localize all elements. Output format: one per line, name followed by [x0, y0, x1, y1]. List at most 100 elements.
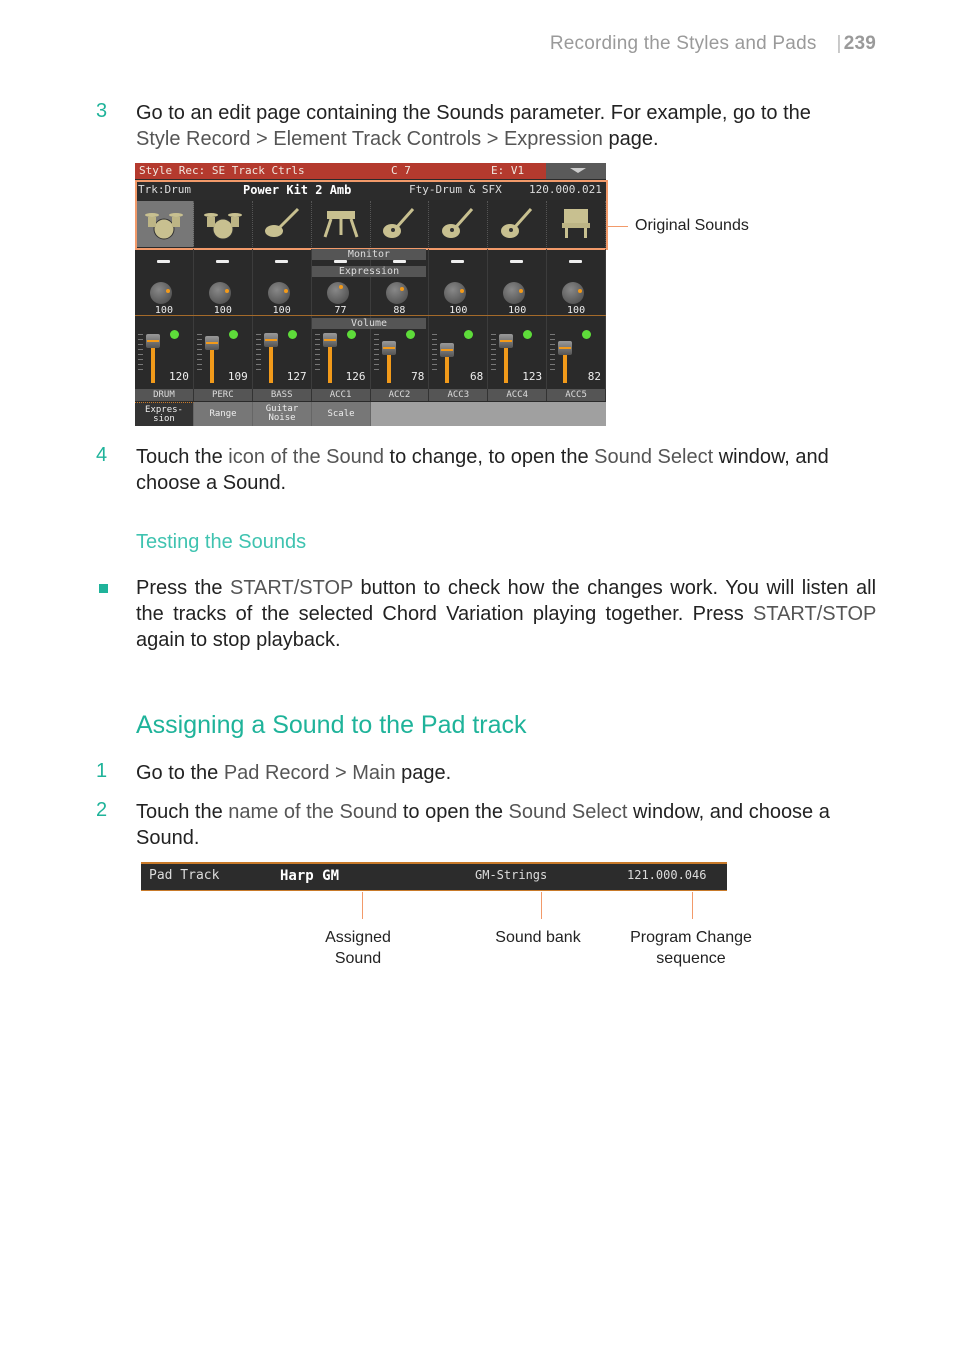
- volume-fader[interactable]: 123: [488, 329, 546, 389]
- expression-knob[interactable]: [385, 282, 408, 304]
- play-status-led[interactable]: [523, 330, 533, 339]
- track-name: DRUM: [135, 389, 194, 401]
- volume-fader[interactable]: 68: [429, 329, 487, 389]
- tab-expression[interactable]: Expres- sion: [135, 402, 194, 426]
- monitor-button[interactable]: [392, 260, 406, 263]
- tab-scale[interactable]: Scale: [312, 402, 371, 426]
- track-name: PERC: [194, 389, 253, 401]
- page-menu-button[interactable]: [546, 163, 606, 179]
- expression-knob[interactable]: [267, 282, 290, 304]
- step-text: Go to an edit page containing the Sounds…: [136, 102, 811, 124]
- knob-indicator: [577, 289, 582, 294]
- step-1-text: Go to the Pad Record > Main page.: [136, 760, 876, 786]
- path-expression: Expression: [503, 128, 603, 150]
- track-name: ACC3: [429, 389, 489, 401]
- knob-indicator: [519, 289, 524, 294]
- fader-handle[interactable]: [146, 334, 160, 349]
- play-status-led[interactable]: [228, 330, 238, 339]
- step-text: Touch the: [136, 801, 229, 823]
- style-record-screen: Style Rec: SE Track Ctrls C 7 E: V1 Trk:…: [135, 163, 608, 426]
- page-title: Style Rec: SE Track Ctrls: [139, 164, 305, 177]
- monitor-label: Monitor: [312, 249, 426, 260]
- monitor-button[interactable]: [215, 260, 229, 263]
- step-text: Touch the: [136, 446, 229, 468]
- track-name: BASS: [253, 389, 312, 401]
- expression-knob[interactable]: [562, 282, 585, 304]
- knob-indicator: [165, 289, 170, 294]
- section-divider: [135, 315, 606, 316]
- sound-bank-callout: Sound bank: [495, 929, 581, 946]
- step-3-text: Go to an edit page containing the Sounds…: [136, 100, 876, 152]
- element-display: E: V1: [491, 164, 525, 177]
- step-2-text: Touch the name of the Sound to open the …: [136, 799, 876, 851]
- tab-guitarnoise[interactable]: Guitar Noise: [253, 402, 312, 426]
- volume-value: 78: [411, 370, 425, 383]
- step-number: 2: [96, 799, 108, 821]
- monitor-button[interactable]: [274, 260, 288, 263]
- step-text: Press the: [136, 577, 230, 599]
- monitor-button[interactable]: [451, 260, 465, 263]
- volume-fader[interactable]: 120: [135, 329, 193, 389]
- fader-handle[interactable]: [263, 333, 278, 347]
- volume-fader[interactable]: 82: [547, 329, 605, 389]
- expression-knob[interactable]: [208, 282, 231, 304]
- sound-name[interactable]: Harp GM: [280, 868, 339, 884]
- play-status-led[interactable]: [170, 330, 179, 339]
- volume-value: 126: [345, 370, 366, 383]
- volume-fader[interactable]: 127: [253, 329, 311, 389]
- step-text: page.: [395, 762, 452, 784]
- monitor-button[interactable]: [569, 260, 583, 263]
- highlight-term: START/STOP: [229, 577, 353, 599]
- fader-level: [151, 344, 155, 383]
- fader-handle[interactable]: [558, 340, 573, 355]
- play-status-led[interactable]: [287, 330, 297, 339]
- volume-fader[interactable]: 126: [312, 329, 370, 389]
- header-separator: |: [836, 33, 842, 54]
- callout-line: [541, 892, 542, 919]
- path-element-track-controls: Element Track Controls: [273, 128, 482, 150]
- step-text: to open the: [397, 801, 509, 823]
- play-status-led[interactable]: [582, 330, 592, 339]
- tab-bar: Expres- sion Range Guitar Noise Scale: [135, 402, 606, 426]
- monitor-button[interactable]: [333, 260, 347, 263]
- fader-scale: [196, 334, 202, 374]
- program-change-callout: Program Change sequence: [630, 929, 752, 967]
- original-sounds-highlight: [135, 180, 608, 250]
- play-status-led[interactable]: [346, 330, 356, 339]
- original-sounds-callout: Original Sounds: [635, 217, 749, 234]
- fader-handle[interactable]: [204, 336, 219, 351]
- play-status-led[interactable]: [405, 330, 415, 339]
- expression-knob[interactable]: [150, 282, 172, 304]
- fader-handle[interactable]: [499, 333, 514, 348]
- tab-range[interactable]: Range: [194, 402, 253, 426]
- program-change: 121.000.046: [627, 868, 707, 882]
- fader-level: [209, 346, 214, 383]
- highlight-term: Pad Record > Main: [223, 762, 396, 784]
- volume-fader[interactable]: 109: [194, 329, 252, 389]
- section-title: Recording the Styles and Pads: [549, 33, 817, 54]
- play-status-led[interactable]: [464, 330, 474, 339]
- monitor-button[interactable]: [157, 260, 170, 263]
- highlight-term: icon of the Sound: [228, 446, 384, 468]
- bullet-icon: [99, 584, 108, 593]
- step-number: 4: [96, 444, 108, 466]
- fader-handle[interactable]: [440, 343, 455, 358]
- path-style-record: Style Record: [136, 128, 251, 150]
- highlight-term: Sound Select: [508, 801, 628, 823]
- fader-level: [445, 353, 450, 383]
- knob-indicator: [460, 289, 465, 294]
- expression-knob[interactable]: [326, 282, 349, 304]
- subsection-heading: Testing the Sounds: [136, 531, 307, 553]
- expression-knob[interactable]: [444, 282, 467, 304]
- fader-level: [327, 343, 332, 383]
- fader-handle[interactable]: [322, 333, 337, 348]
- expression-label: Expression: [312, 266, 426, 277]
- expression-knob[interactable]: [503, 282, 526, 304]
- fader-level: [386, 351, 391, 383]
- bullet-text: Press the START/STOP button to check how…: [136, 575, 876, 653]
- monitor-button[interactable]: [510, 260, 524, 263]
- fader-handle[interactable]: [381, 341, 396, 356]
- volume-fader[interactable]: 78: [371, 329, 429, 389]
- assigned-sound-callout: Assigned Sound: [325, 929, 391, 967]
- track-name: ACC1: [312, 389, 371, 401]
